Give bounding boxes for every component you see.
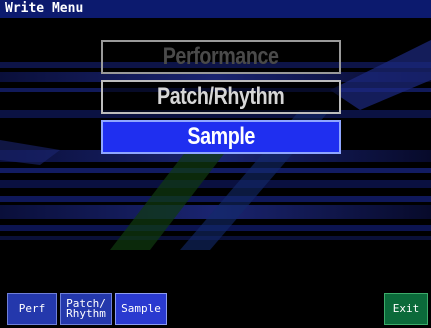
sample-label: Sample bbox=[187, 123, 255, 150]
window-title: Write Menu bbox=[0, 0, 431, 18]
perf-function-button[interactable]: Perf bbox=[7, 293, 57, 325]
exit-button[interactable]: Exit bbox=[384, 293, 428, 325]
patch-rhythm-button[interactable]: Patch/Rhythm bbox=[101, 80, 341, 114]
performance-button[interactable]: Performance bbox=[101, 40, 341, 74]
performance-label: Performance bbox=[163, 43, 279, 70]
sample-function-button[interactable]: Sample bbox=[115, 293, 167, 325]
patch-rhythm-line2: Rhythm bbox=[66, 307, 106, 320]
patch-rhythm-function-button[interactable]: Patch/ Rhythm bbox=[60, 293, 112, 325]
sample-button[interactable]: Sample bbox=[101, 120, 341, 154]
patch-rhythm-label: Patch/Rhythm bbox=[157, 83, 285, 110]
write-menu-screen: Write Menu Performance Patch/Rhythm Samp… bbox=[0, 0, 431, 328]
